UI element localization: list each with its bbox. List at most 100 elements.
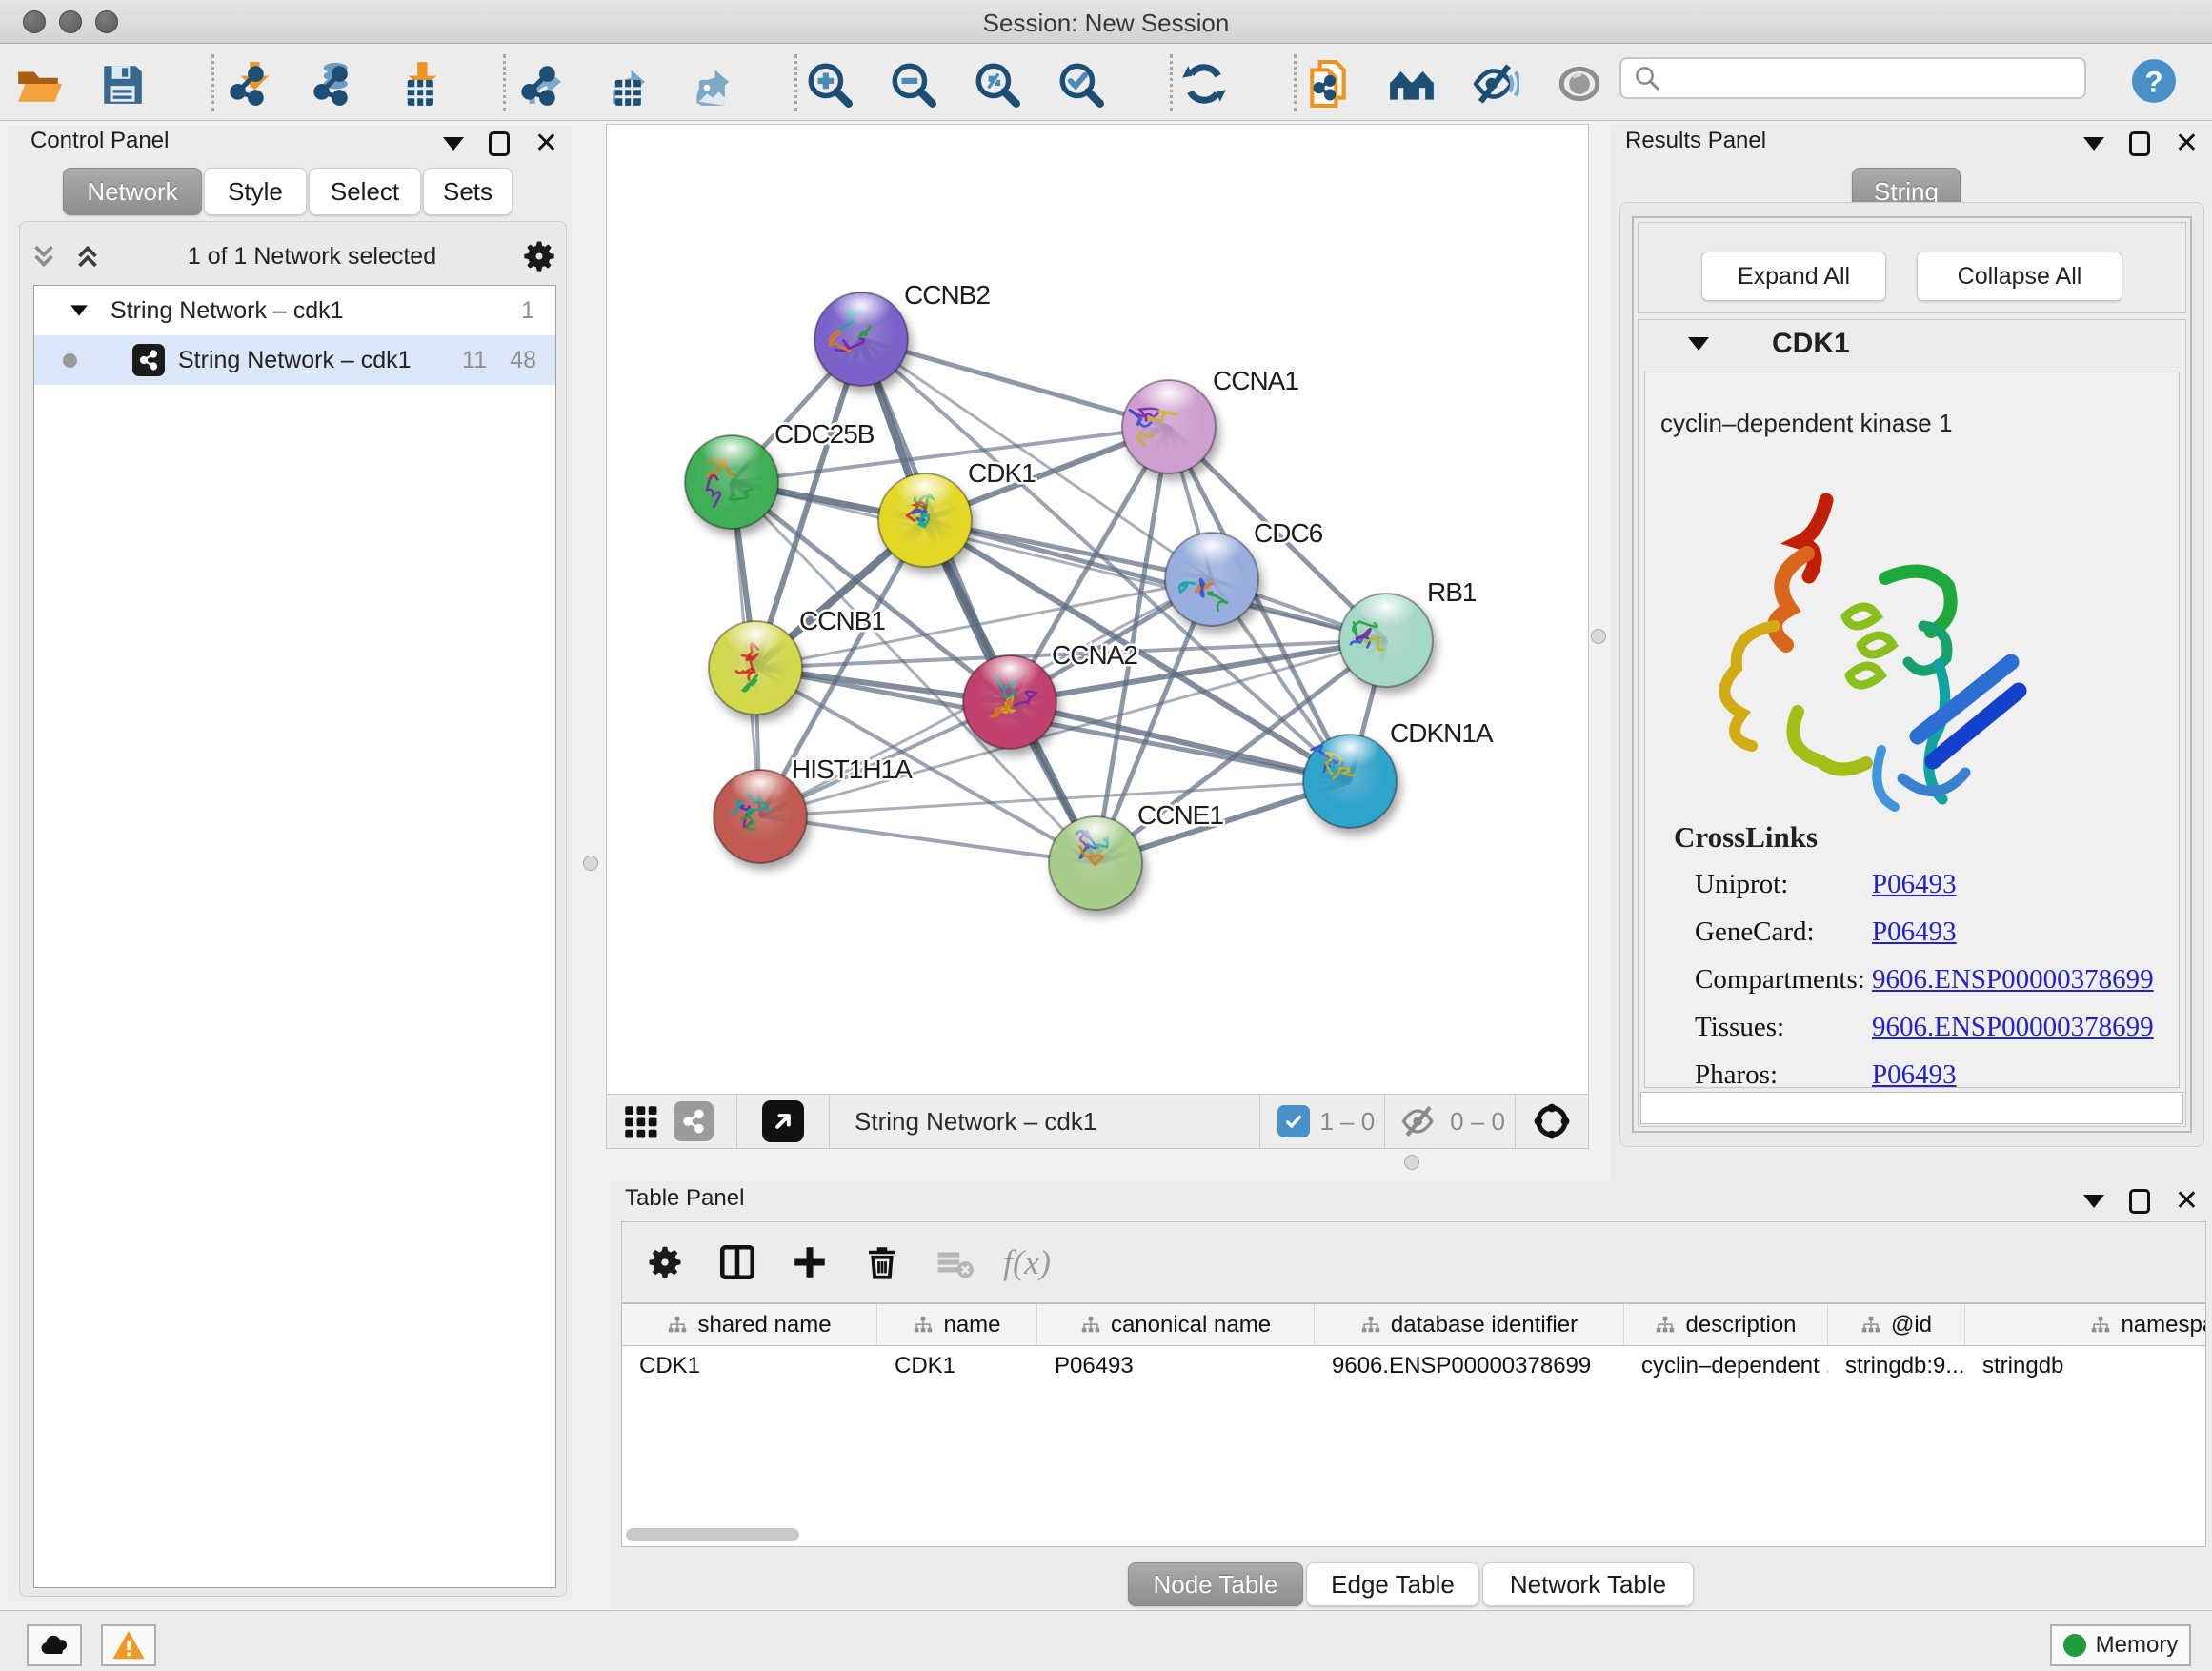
birds-eye-view-icon[interactable]	[762, 1100, 804, 1142]
collapse-all-button[interactable]: Collapse All	[1917, 252, 2122, 301]
table-panel-close-icon[interactable]: ✕	[2175, 1191, 2199, 1212]
export-network-button[interactable]	[512, 58, 563, 110]
first-neighbors-button[interactable]	[1386, 58, 1438, 110]
horizontal-splitter-handle[interactable]	[1404, 1155, 1419, 1170]
table-cell[interactable]: cyclin–dependent ...	[1624, 1346, 1828, 1386]
column-header-canonicalname[interactable]: canonical name	[1037, 1304, 1315, 1345]
column-type-icon	[667, 1315, 688, 1336]
column-header-description[interactable]: description	[1624, 1304, 1828, 1345]
network-share-icon[interactable]	[674, 1101, 714, 1141]
apply-layout-button[interactable]	[1178, 58, 1230, 110]
network-node-CCNB1[interactable]	[709, 621, 802, 715]
pan-crosshair-icon[interactable]	[1529, 1098, 1575, 1144]
collection-expand-icon[interactable]	[70, 305, 88, 315]
table-panel-menu-icon[interactable]	[2083, 1195, 2104, 1208]
column-header-databaseidentifier[interactable]: database identifier	[1315, 1304, 1624, 1345]
results-panel-menu-icon[interactable]	[2083, 137, 2104, 151]
tab-node-table[interactable]: Node Table	[1128, 1562, 1303, 1606]
control-panel-menu-icon[interactable]	[443, 137, 464, 151]
table-horizontal-scrollbar[interactable]	[622, 1527, 2205, 1542]
tab-sets[interactable]: Sets	[423, 168, 513, 215]
string-results-scrollpane: Expand All Collapse All CDK1 cyclin–depe…	[1632, 216, 2192, 1133]
selected-nodes-checkbox-icon[interactable]	[1277, 1105, 1310, 1137]
control-panel-float-icon[interactable]	[489, 131, 510, 156]
network-node-CCNA2[interactable]	[963, 655, 1056, 749]
table-cell[interactable]: stringdb:9...	[1828, 1346, 1965, 1386]
title-bar: Session: New Session	[0, 0, 2212, 44]
memory-label: Memory	[2096, 1632, 2179, 1659]
network-node-CDC6[interactable]	[1165, 533, 1258, 626]
crosslink-link[interactable]: 9606.ENSP00000378699	[1872, 1012, 2154, 1043]
show-graphics-details-button[interactable]	[1554, 58, 1605, 110]
network-node-CCNE1[interactable]	[1049, 816, 1142, 910]
collapse-all-chevron-icon[interactable]	[28, 240, 60, 272]
zoom-fit-button[interactable]	[971, 58, 1022, 110]
column-header-id[interactable]: @id	[1828, 1304, 1965, 1345]
column-header-sharedname[interactable]: shared name	[622, 1304, 877, 1345]
table-cell[interactable]: CDK1	[877, 1346, 1037, 1386]
table-row[interactable]: CDK1CDK1P064939606.ENSP00000378699cyclin…	[622, 1346, 2206, 1386]
table-cell[interactable]: P06493	[1037, 1346, 1315, 1386]
control-panel-close-icon[interactable]: ✕	[534, 133, 558, 154]
results-panel-float-icon[interactable]	[2129, 131, 2150, 156]
help-button[interactable]: ?	[2128, 55, 2180, 107]
crosslink-link[interactable]: P06493	[1872, 1059, 1957, 1089]
tab-style[interactable]: Style	[204, 168, 307, 215]
zoom-in-button[interactable]	[803, 58, 855, 110]
network-node-CCNB2[interactable]	[814, 292, 908, 386]
show-columns-icon[interactable]	[708, 1236, 767, 1289]
network-canvas[interactable]: CCNB2CCNA1CDC25BCDK1CDC6RB1CCNB1CCNA2CDK…	[607, 125, 1588, 1093]
add-column-icon[interactable]	[780, 1236, 839, 1289]
crosslink-link[interactable]: P06493	[1872, 916, 1957, 948]
network-node-CDC25B[interactable]	[685, 435, 778, 529]
export-image-button[interactable]	[679, 58, 731, 110]
table-cell[interactable]: stringdb	[1965, 1346, 2206, 1386]
network-edge[interactable]	[760, 816, 1096, 863]
cloud-status-button[interactable]	[27, 1624, 82, 1666]
network-node-CDKN1A[interactable]	[1303, 735, 1397, 828]
zoom-out-button[interactable]	[887, 58, 938, 110]
left-splitter-handle[interactable]	[583, 856, 598, 871]
network-node-RB1[interactable]	[1339, 594, 1433, 687]
table-panel-float-icon[interactable]	[2129, 1189, 2150, 1214]
network-edge[interactable]	[1010, 702, 1350, 781]
memory-button[interactable]: Memory	[2050, 1624, 2191, 1666]
import-network-from-database-button[interactable]	[304, 58, 355, 110]
hide-selected-button[interactable]	[1470, 58, 1521, 110]
network-node-CCNA1[interactable]	[1122, 380, 1216, 473]
warnings-button[interactable]	[101, 1624, 156, 1666]
table-cell[interactable]: 9606.ENSP00000378699	[1315, 1346, 1624, 1386]
tab-network[interactable]: Network	[63, 168, 202, 215]
tab-select[interactable]: Select	[309, 168, 421, 215]
scrollbar-thumb[interactable]	[626, 1528, 799, 1541]
right-splitter-handle[interactable]	[1591, 629, 1606, 644]
table-cell[interactable]: CDK1	[622, 1346, 877, 1386]
grid-view-icon[interactable]	[620, 1101, 660, 1141]
expand-all-button[interactable]: Expand All	[1701, 252, 1886, 301]
gene-section-collapse-icon[interactable]	[1688, 337, 1709, 351]
import-table-from-file-button[interactable]	[388, 58, 439, 110]
network-options-gear-icon[interactable]	[520, 237, 558, 275]
network-node-CDK1[interactable]	[878, 473, 972, 567]
crosslink-link[interactable]: P06493	[1872, 869, 1957, 900]
search-input[interactable]	[1661, 61, 2084, 95]
crosslink-link[interactable]: 9606.ENSP00000378699	[1872, 964, 2154, 996]
tab-edge-table[interactable]: Edge Table	[1306, 1562, 1479, 1606]
new-network-from-selection-button[interactable]	[1302, 58, 1354, 110]
export-table-button[interactable]	[595, 58, 647, 110]
expand-all-chevron-icon[interactable]	[71, 240, 104, 272]
tab-network-table[interactable]: Network Table	[1482, 1562, 1694, 1606]
open-session-button[interactable]	[12, 58, 64, 110]
table-options-gear-icon[interactable]	[635, 1236, 694, 1289]
column-header-namespace[interactable]: namespace	[1965, 1304, 2206, 1345]
node-label-CCNE1: CCNE1	[1137, 800, 1223, 830]
gene-section-header[interactable]: CDK1	[1639, 320, 2185, 368]
delete-column-trash-icon[interactable]	[853, 1236, 912, 1289]
zoom-selected-button[interactable]	[1055, 58, 1106, 110]
column-header-name[interactable]: name	[877, 1304, 1037, 1345]
save-session-button[interactable]	[96, 58, 148, 110]
import-network-from-file-button[interactable]	[220, 58, 271, 110]
network-row-selected[interactable]: String Network – cdk1 11 48	[34, 335, 555, 385]
network-collection-row[interactable]: String Network – cdk1 1	[34, 286, 555, 335]
results-panel-close-icon[interactable]: ✕	[2175, 133, 2199, 154]
